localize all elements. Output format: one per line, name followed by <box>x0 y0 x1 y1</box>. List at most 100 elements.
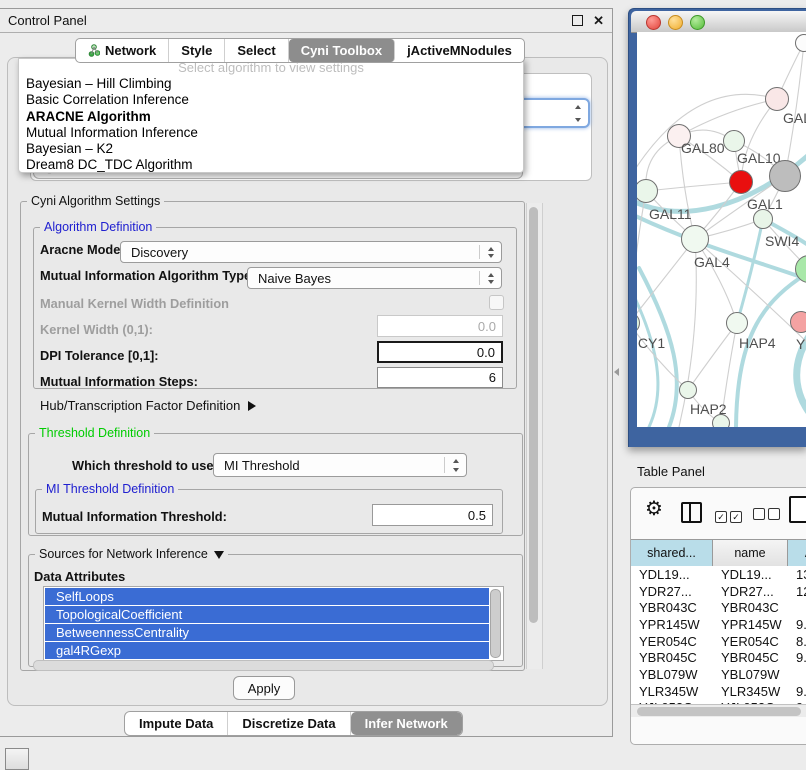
network-node[interactable] <box>769 160 801 192</box>
network-node-gal1[interactable] <box>729 170 753 194</box>
float-window-icon[interactable] <box>572 15 583 26</box>
which-threshold-value: MI Threshold <box>224 458 300 473</box>
tab-label: Style <box>181 43 212 58</box>
tab-select[interactable]: Select <box>225 39 288 62</box>
data-attributes-label: Data Attributes <box>34 569 125 584</box>
table-row[interactable]: YDR27...YDR27...12 <box>631 583 806 600</box>
table-cell: YLR345W <box>631 684 713 699</box>
table-row[interactable]: YPR145WYPR145W9. <box>631 616 806 633</box>
apply-button-label: Apply <box>248 681 281 696</box>
mi-type-value: Naive Bayes <box>258 271 331 286</box>
algorithm-option-aracne-algorithm[interactable]: ARACNE Algorithm <box>19 109 523 125</box>
network-node-gal[interactable] <box>765 87 789 111</box>
close-traffic-light-icon[interactable] <box>646 15 661 30</box>
sources-title-row[interactable]: Sources for Network Inference <box>35 547 228 561</box>
kernel-width-field[interactable]: 0.0 <box>377 315 503 337</box>
algorithm-option-basic-correlation-inference[interactable]: Basic Correlation Inference <box>19 92 523 108</box>
stepper-down-icon <box>575 118 581 122</box>
table-row[interactable]: YBR043CYBR043C <box>631 599 806 616</box>
table-row[interactable]: YBL079WYBL079W <box>631 666 806 683</box>
table-row[interactable]: YLR345WYLR345W9. <box>631 683 806 700</box>
network-node-swi4[interactable] <box>753 209 773 229</box>
column-header-name[interactable]: name <box>713 540 788 566</box>
scrollbar-thumb[interactable] <box>637 707 801 716</box>
network-window-titlebar[interactable] <box>631 11 806 33</box>
manual-kernel-checkbox[interactable] <box>489 295 504 310</box>
mi-steps-value: 6 <box>489 370 496 385</box>
network-node[interactable] <box>712 414 730 427</box>
table-row[interactable]: YER054CYER054C8. <box>631 633 806 650</box>
stepper-up-icon <box>575 105 581 109</box>
horizontal-scrollbar[interactable] <box>33 660 494 671</box>
splitter-collapse-icon[interactable] <box>614 368 619 376</box>
network-node-hap4[interactable] <box>726 312 748 334</box>
network-node-gal4[interactable] <box>681 225 709 253</box>
table-cell: YER054C <box>713 634 788 649</box>
list-scrollbar[interactable] <box>490 589 501 658</box>
unchecked-checkboxes-icon[interactable] <box>753 508 783 523</box>
column-header-a[interactable]: A <box>788 540 806 566</box>
node-label-swi4: SWI4 <box>765 233 799 249</box>
checked-checkboxes-icon[interactable]: ✓✓ <box>715 508 745 523</box>
attribute-item-topologicalcoefficient[interactable]: TopologicalCoefficient <box>45 606 489 623</box>
tab-infer-network[interactable]: Infer Network <box>351 712 462 735</box>
close-icon[interactable]: ✕ <box>593 13 604 29</box>
document-icon[interactable] <box>789 496 806 523</box>
settings-scrollbar[interactable] <box>526 203 543 669</box>
algorithm-option-bayesian-k2[interactable]: Bayesian – K2 <box>19 141 523 157</box>
network-node[interactable] <box>795 34 806 52</box>
apply-button[interactable]: Apply <box>233 676 295 700</box>
mi-threshold-value: 0.5 <box>468 508 486 523</box>
table-cell: 9. <box>788 617 806 632</box>
aracne-mode-combobox[interactable]: Discovery <box>120 241 502 263</box>
algorithm-option-bayesian-hill-climbing[interactable]: Bayesian – Hill Climbing <box>19 76 523 92</box>
network-canvas[interactable]: GALGAL80GAL10GAL1GAL11SWI4GAL4GCY1HAP4YH… <box>637 32 806 427</box>
tab-style[interactable]: Style <box>169 39 225 62</box>
network-node-hap2[interactable] <box>679 381 697 399</box>
mi-steps-label: Mutual Information Steps: <box>40 374 198 389</box>
split-columns-icon[interactable] <box>681 502 702 523</box>
tab-jactivemnodules[interactable]: jActiveMNodules <box>395 39 524 62</box>
scrollbar-thumb[interactable] <box>529 207 538 623</box>
network-window[interactable]: GALGAL80GAL10GAL1GAL11SWI4GAL4GCY1HAP4YH… <box>628 8 806 447</box>
table-row[interactable]: YDL19...YDL19...13 <box>631 566 806 583</box>
manual-kernel-label: Manual Kernel Width Definition <box>40 296 229 311</box>
tab-discretize-data[interactable]: Discretize Data <box>228 712 350 735</box>
dpi-tolerance-field[interactable]: 0.0 <box>377 341 503 363</box>
mi-steps-field[interactable]: 6 <box>377 367 503 388</box>
table-panel: ⚙ ✓✓ shared...nameA YDL19...YDL19...13YD… <box>630 487 806 745</box>
kernel-width-label: Kernel Width (0,1): <box>40 322 153 337</box>
attribute-item-selfloops[interactable]: SelfLoops <box>45 588 489 605</box>
table-panel-title: Table Panel <box>637 464 705 479</box>
settings-group-title: Cyni Algorithm Settings <box>27 194 164 208</box>
network-node-gal10[interactable] <box>723 130 745 152</box>
mi-threshold-field[interactable]: 0.5 <box>372 504 493 526</box>
network-node-y[interactable] <box>790 311 806 333</box>
algorithm-option-dream8-dc-tdc-algorithm[interactable]: Dream8 DC_TDC Algorithm <box>19 157 523 173</box>
table-header: shared...nameA <box>631 539 806 567</box>
tab-network[interactable]: Network <box>76 39 169 62</box>
collapse-down-icon <box>214 551 224 559</box>
table-cell: YPR145W <box>631 617 713 632</box>
zoom-traffic-light-icon[interactable] <box>690 15 705 30</box>
attribute-item-gal4rgexp[interactable]: gal4RGexp <box>45 642 489 659</box>
stepper-up-icon <box>453 459 459 463</box>
table-horizontal-scrollbar[interactable] <box>631 704 806 717</box>
minimized-panel-icon[interactable] <box>5 748 29 770</box>
mi-type-combobox[interactable]: Naive Bayes <box>247 267 502 289</box>
minimize-traffic-light-icon[interactable] <box>668 15 683 30</box>
column-header-shared[interactable]: shared... <box>631 540 713 566</box>
data-attributes-list[interactable]: SelfLoopsTopologicalCoefficientBetweenne… <box>43 586 504 661</box>
algorithm-option-mutual-information-inference[interactable]: Mutual Information Inference <box>19 125 523 141</box>
which-threshold-combobox[interactable]: MI Threshold <box>213 453 467 477</box>
table-cell: YDR27... <box>631 584 713 599</box>
tab-cyni-toolbox[interactable]: Cyni Toolbox <box>289 39 395 62</box>
attribute-item-betweennesscentrality[interactable]: BetweennessCentrality <box>45 624 489 641</box>
table-row[interactable]: YBR045CYBR045C9. <box>631 649 806 666</box>
tab-impute-data[interactable]: Impute Data <box>125 712 228 735</box>
algorithm-definition-title: Algorithm Definition <box>40 220 156 234</box>
hub-expander[interactable]: Hub/Transcription Factor Definition <box>40 398 256 413</box>
table-cell: YPR145W <box>713 617 788 632</box>
gear-icon[interactable]: ⚙ <box>645 496 663 521</box>
table-cell: 13 <box>788 567 806 582</box>
